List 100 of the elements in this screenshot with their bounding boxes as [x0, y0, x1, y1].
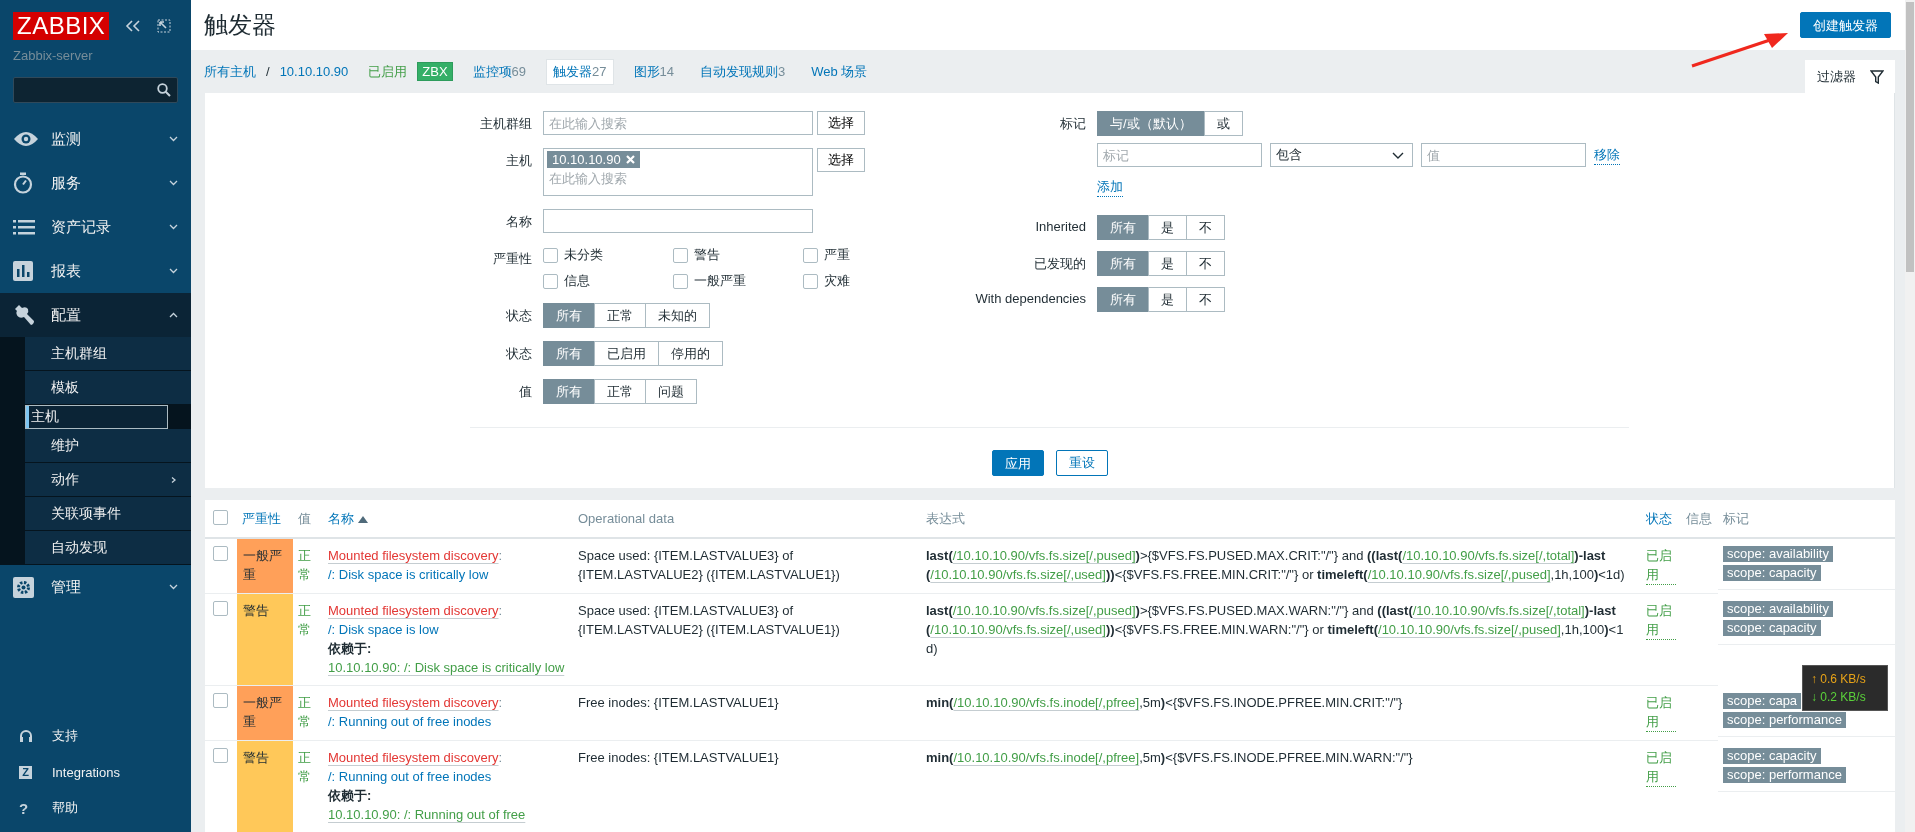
item-link[interactable]: /10.10.10.90/vfs.fs.inode[/,pfree] — [953, 695, 1140, 710]
host-tab[interactable]: 触发器27 — [546, 58, 614, 85]
scrollbar[interactable] — [1905, 0, 1915, 832]
segment-button[interactable]: 不 — [1186, 251, 1225, 276]
select-button[interactable]: 选择 — [817, 111, 865, 135]
segment-button[interactable]: 正常 — [594, 379, 646, 404]
dependency-link[interactable]: 10.10.10.90: /: Disk space is critically low — [328, 660, 565, 675]
column-header[interactable]: 严重性 — [242, 510, 281, 526]
checkbox[interactable] — [543, 273, 558, 289]
menu-item[interactable]: ? 帮助 — [0, 790, 191, 826]
kiosk-icon[interactable] — [157, 19, 172, 33]
select-button[interactable]: 选择 — [817, 148, 865, 172]
status-link[interactable]: 已启用 — [1646, 748, 1676, 787]
segment-button[interactable]: 已启用 — [594, 341, 659, 366]
checkbox[interactable] — [543, 247, 558, 263]
value-field[interactable]: 值 — [1421, 143, 1586, 167]
menu-item[interactable]: 报表 — [0, 249, 191, 293]
item-link[interactable]: /10.10.10.90/vfs.fs.size[/,total] — [1412, 603, 1585, 618]
operator-dropdown[interactable]: 包含 — [1270, 143, 1413, 167]
template-link[interactable]: Mounted filesystem discovery — [328, 603, 499, 618]
host-field[interactable]: 10.10.10.90 在此输入搜索 — [543, 148, 813, 196]
checkbox[interactable] — [673, 247, 688, 263]
item-link[interactable]: /10.10.10.90/vfs.fs.size[/,pused] — [952, 548, 1136, 563]
host-group-field[interactable]: 在此输入搜索 — [543, 111, 813, 135]
status-link[interactable]: 已启用 — [1646, 546, 1676, 585]
submenu-item[interactable]: 主机 — [25, 405, 168, 429]
submenu-item[interactable]: 维护 — [25, 429, 191, 463]
segment-button[interactable]: 所有 — [543, 341, 595, 366]
segment-button[interactable]: 问题 — [645, 379, 697, 404]
segment-button[interactable]: 是 — [1148, 287, 1187, 312]
template-link[interactable]: Mounted filesystem discovery — [328, 548, 499, 563]
reset-button[interactable]: 重设 — [1055, 450, 1108, 476]
menu-item[interactable]: 服务 — [0, 161, 191, 205]
close-icon[interactable] — [625, 155, 635, 164]
submenu-item[interactable]: 主机群组 — [25, 337, 191, 371]
checkbox[interactable] — [213, 748, 228, 763]
host-status[interactable]: 已启用 — [368, 62, 408, 81]
submenu-item[interactable]: 关联项事件 — [25, 497, 191, 531]
host-tab[interactable]: 图形14 — [627, 59, 680, 84]
segment-button[interactable]: 所有 — [543, 379, 595, 404]
search-field[interactable] — [13, 77, 178, 103]
name-field[interactable] — [543, 209, 813, 233]
checkbox[interactable] — [213, 693, 228, 708]
menu-item[interactable]: 管理 — [0, 565, 191, 609]
segment-button[interactable]: 所有 — [1097, 287, 1149, 312]
breadcrumb-link[interactable]: 所有主机 — [204, 62, 256, 81]
item-link[interactable]: /10.10.10.90/vfs.fs.size[/,pused] — [952, 603, 1136, 618]
menu-item[interactable]: 监测 — [0, 117, 191, 161]
status-link[interactable]: 已启用 — [1646, 601, 1676, 640]
item-link[interactable]: /10.10.10.90/vfs.fs.size[/,pused] — [1378, 622, 1561, 637]
segment-button[interactable]: 不 — [1186, 287, 1225, 312]
segment-button[interactable]: 停用的 — [658, 341, 723, 366]
column-header[interactable]: 状态 — [1646, 510, 1672, 526]
segment-button[interactable]: 不 — [1186, 215, 1225, 240]
submenu-item[interactable]: 自动发现 — [25, 531, 191, 565]
apply-button[interactable]: 应用 — [991, 450, 1044, 476]
checkbox[interactable] — [803, 273, 818, 289]
filter-tab[interactable]: 过滤器 — [1805, 60, 1895, 93]
segment-button[interactable]: 是 — [1148, 251, 1187, 276]
breadcrumb-link[interactable]: 10.10.10.90 — [279, 64, 349, 79]
segment-button[interactable]: 正常 — [594, 303, 646, 328]
create-trigger-button[interactable]: 创建触发器 — [1800, 12, 1891, 38]
menu-item[interactable]: 支持 — [0, 718, 191, 754]
submenu-item[interactable]: 模板 — [25, 371, 191, 405]
segment-button[interactable]: 是 — [1148, 215, 1187, 240]
item-link[interactable]: /10.10.10.90/vfs.fs.size[/,total] — [1402, 548, 1575, 563]
segment-button[interactable]: 所有 — [543, 303, 595, 328]
host-tab[interactable]: 监控项69 — [466, 59, 533, 84]
collapse-icon[interactable] — [125, 20, 142, 32]
checkbox[interactable] — [673, 273, 688, 289]
tag-field[interactable]: 标记 — [1097, 143, 1262, 167]
item-link[interactable]: /10.10.10.90/vfs.fs.inode[/,pfree] — [953, 750, 1140, 765]
menu-item[interactable]: 资产记录 — [0, 205, 191, 249]
template-link[interactable]: Mounted filesystem discovery — [328, 695, 499, 710]
template-link[interactable]: Mounted filesystem discovery — [328, 750, 499, 765]
checkbox[interactable] — [213, 601, 228, 616]
segment-button[interactable]: 未知的 — [645, 303, 710, 328]
trigger-name-link[interactable]: /: Disk space is critically low — [328, 565, 489, 584]
host-tab[interactable]: 自动发现规则3 — [694, 59, 792, 84]
remove-link[interactable]: 移除 — [1594, 143, 1620, 165]
segment-button[interactable]: 或 — [1203, 111, 1243, 136]
host-tab[interactable]: Web 场景 — [805, 59, 874, 84]
menu-item[interactable]: Z Integrations — [0, 754, 191, 790]
trigger-name-link[interactable]: /: Disk space is low — [328, 620, 439, 639]
add-link[interactable]: 添加 — [1097, 175, 1123, 197]
item-link[interactable]: /10.10.10.90/vfs.fs.size[/,used] — [930, 622, 1106, 637]
dependency-link[interactable]: 10.10.10.90: /: Running out of free — [328, 807, 526, 822]
item-link[interactable]: /10.10.10.90/vfs.fs.size[/,used] — [930, 567, 1106, 582]
segment-button[interactable]: 与/或（默认） — [1097, 111, 1205, 136]
segment-button[interactable]: 所有 — [1097, 215, 1149, 240]
menu-item[interactable]: 配置 — [0, 293, 191, 337]
submenu-item[interactable]: 动作 — [25, 463, 191, 497]
status-link[interactable]: 已启用 — [1646, 693, 1676, 732]
checkbox[interactable] — [213, 509, 228, 525]
trigger-name-link[interactable]: /: Running out of free inodes — [328, 712, 492, 731]
item-link[interactable]: /10.10.10.90/vfs.fs.size[/,pused] — [1367, 567, 1551, 582]
column-header[interactable]: 名称 — [328, 510, 354, 526]
trigger-name-link[interactable]: /: Running out of free inodes — [328, 767, 492, 786]
checkbox[interactable] — [213, 546, 228, 561]
checkbox[interactable] — [803, 247, 818, 263]
